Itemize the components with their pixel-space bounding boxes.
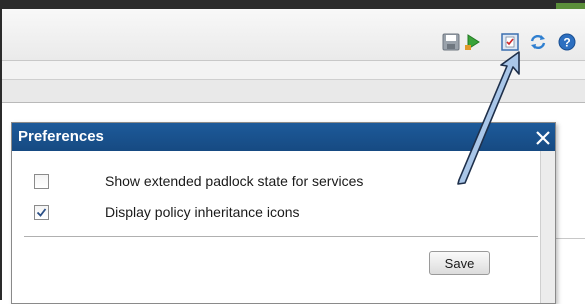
option-label: Show extended padlock state for services	[105, 173, 364, 189]
dialog-scrollbar[interactable]	[540, 151, 555, 303]
tab-strip	[2, 80, 585, 103]
checkmark-icon	[36, 208, 47, 217]
toolbar: ?	[2, 9, 585, 61]
preferences-dialog: Preferences Show extended padlock state …	[11, 122, 556, 304]
save-icon[interactable]	[442, 33, 460, 51]
preferences-icon[interactable]	[501, 33, 519, 51]
option-extended-padlock: Show extended padlock state for services	[34, 172, 494, 192]
save-button[interactable]: Save	[429, 251, 490, 275]
window-frame-top	[0, 0, 585, 9]
dialog-header: Preferences	[12, 123, 555, 151]
svg-text:?: ?	[563, 36, 570, 50]
option-policy-inheritance: Display policy inheritance icons	[34, 203, 494, 223]
padlock-state-checkbox[interactable]	[34, 174, 49, 189]
help-icon[interactable]: ?	[558, 33, 576, 51]
policy-inheritance-checkbox[interactable]	[34, 205, 49, 220]
refresh-icon[interactable]	[529, 33, 547, 51]
dialog-title: Preferences	[18, 128, 104, 145]
run-icon[interactable]	[464, 33, 482, 51]
dialog-separator	[24, 236, 538, 237]
ribbon-strip	[2, 61, 585, 80]
close-icon[interactable]	[534, 129, 552, 147]
option-label: Display policy inheritance icons	[105, 204, 300, 220]
